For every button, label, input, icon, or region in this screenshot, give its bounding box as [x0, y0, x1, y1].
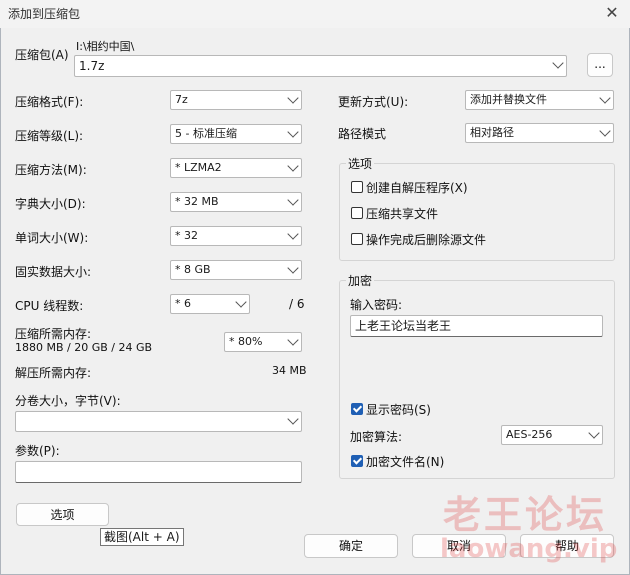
- options-button[interactable]: 选项: [16, 503, 109, 526]
- chevron-down-icon: [599, 92, 611, 104]
- dict-select[interactable]: * 32 MB: [170, 192, 302, 212]
- chevron-down-icon: [287, 194, 299, 206]
- threads-label: CPU 线程数:: [15, 299, 84, 313]
- update-value: 添加并替换文件: [470, 93, 547, 106]
- word-value: * 32: [175, 229, 198, 242]
- volume-combo[interactable]: [15, 411, 302, 432]
- sfx-checkbox[interactable]: [351, 181, 363, 193]
- archive-path: I:\相约中国\: [76, 40, 135, 53]
- memory-detail: 1880 MB / 20 GB / 24 GB: [15, 341, 153, 354]
- sfx-label: 创建自解压程序(X): [366, 181, 468, 195]
- threads-select[interactable]: * 6: [170, 294, 250, 314]
- memory-select[interactable]: * 80%: [224, 332, 302, 352]
- chevron-down-icon: [599, 125, 611, 137]
- password-label: 输入密码:: [350, 298, 403, 312]
- chevron-down-icon: [588, 427, 600, 439]
- decomp-value: 34 MB: [272, 364, 307, 377]
- delete-source-label: 操作完成后删除源文件: [366, 233, 487, 247]
- chevron-down-icon: [287, 160, 299, 172]
- encrypt-group-title: 加密: [346, 272, 375, 289]
- dict-label: 字典大小(D):: [15, 197, 86, 211]
- update-label: 更新方式(U):: [338, 95, 409, 109]
- solid-value: * 8 GB: [175, 263, 211, 276]
- chevron-down-icon: [287, 126, 299, 138]
- params-label: 参数(P):: [15, 444, 60, 458]
- algo-select[interactable]: AES-256: [501, 425, 603, 445]
- window-title: 添加到压缩包: [8, 7, 81, 21]
- threads-max: / 6: [289, 297, 305, 311]
- format-select[interactable]: 7z: [170, 90, 302, 110]
- browse-button[interactable]: ...: [587, 53, 613, 77]
- algo-value: AES-256: [506, 428, 553, 441]
- method-select[interactable]: * LZMA2: [170, 158, 302, 178]
- shared-checkbox[interactable]: [351, 207, 363, 219]
- watermark-url: laowang.vip: [440, 534, 618, 564]
- show-password-label: 显示密码(S): [366, 403, 431, 417]
- word-label: 单词大小(W):: [15, 231, 89, 245]
- chevron-down-icon: [287, 334, 299, 346]
- format-value: 7z: [175, 93, 188, 106]
- chevron-down-icon: [287, 92, 299, 104]
- volume-label: 分卷大小，字节(V):: [15, 394, 121, 408]
- pathmode-select[interactable]: 相对路径: [465, 123, 614, 143]
- chevron-down-icon: [287, 262, 299, 274]
- word-select[interactable]: * 32: [170, 226, 302, 246]
- tooltip: 截图(Alt + A): [100, 528, 184, 546]
- params-input[interactable]: [15, 461, 302, 483]
- watermark-text: 老王论坛: [443, 493, 608, 537]
- update-select[interactable]: 添加并替换文件: [465, 90, 614, 110]
- archive-name-combo[interactable]: 1.7z: [74, 55, 567, 77]
- chevron-down-icon: [235, 296, 247, 308]
- encrypt-names-label: 加密文件名(N): [366, 455, 445, 469]
- level-select[interactable]: 5 - 标准压缩: [170, 124, 302, 144]
- solid-label: 固实数据大小:: [15, 265, 92, 279]
- decomp-label: 解压所需内存:: [15, 366, 92, 380]
- password-input[interactable]: 上老王论坛当老王: [350, 315, 603, 337]
- pathmode-value: 相对路径: [470, 126, 514, 139]
- title-bar: 添加到压缩包 ✕: [0, 0, 630, 28]
- memory-label: 压缩所需内存:: [15, 327, 92, 341]
- chevron-down-icon: [552, 57, 564, 69]
- chevron-down-icon: [287, 228, 299, 240]
- level-value: 5 - 标准压缩: [175, 127, 237, 140]
- method-label: 压缩方法(M):: [15, 163, 87, 177]
- delete-source-checkbox[interactable]: [351, 233, 363, 245]
- format-label: 压缩格式(F):: [15, 95, 84, 109]
- ok-button[interactable]: 确定: [304, 534, 398, 558]
- level-label: 压缩等级(L):: [15, 129, 84, 143]
- archive-name-value: 1.7z: [79, 59, 105, 73]
- close-icon[interactable]: ✕: [600, 2, 624, 24]
- chevron-down-icon: [287, 413, 299, 425]
- algo-label: 加密算法:: [350, 430, 403, 444]
- show-password-checkbox[interactable]: [351, 403, 363, 415]
- pathmode-label: 路径模式: [338, 127, 387, 141]
- shared-label: 压缩共享文件: [366, 207, 439, 221]
- solid-select[interactable]: * 8 GB: [170, 260, 302, 280]
- archive-label: 压缩包(A): [15, 48, 69, 62]
- dict-value: * 32 MB: [175, 195, 219, 208]
- method-value: * LZMA2: [175, 161, 222, 174]
- encrypt-names-checkbox[interactable]: [351, 455, 363, 467]
- memory-value: * 80%: [229, 335, 263, 348]
- options-group-title: 选项: [346, 155, 375, 172]
- threads-value: * 6: [175, 297, 191, 310]
